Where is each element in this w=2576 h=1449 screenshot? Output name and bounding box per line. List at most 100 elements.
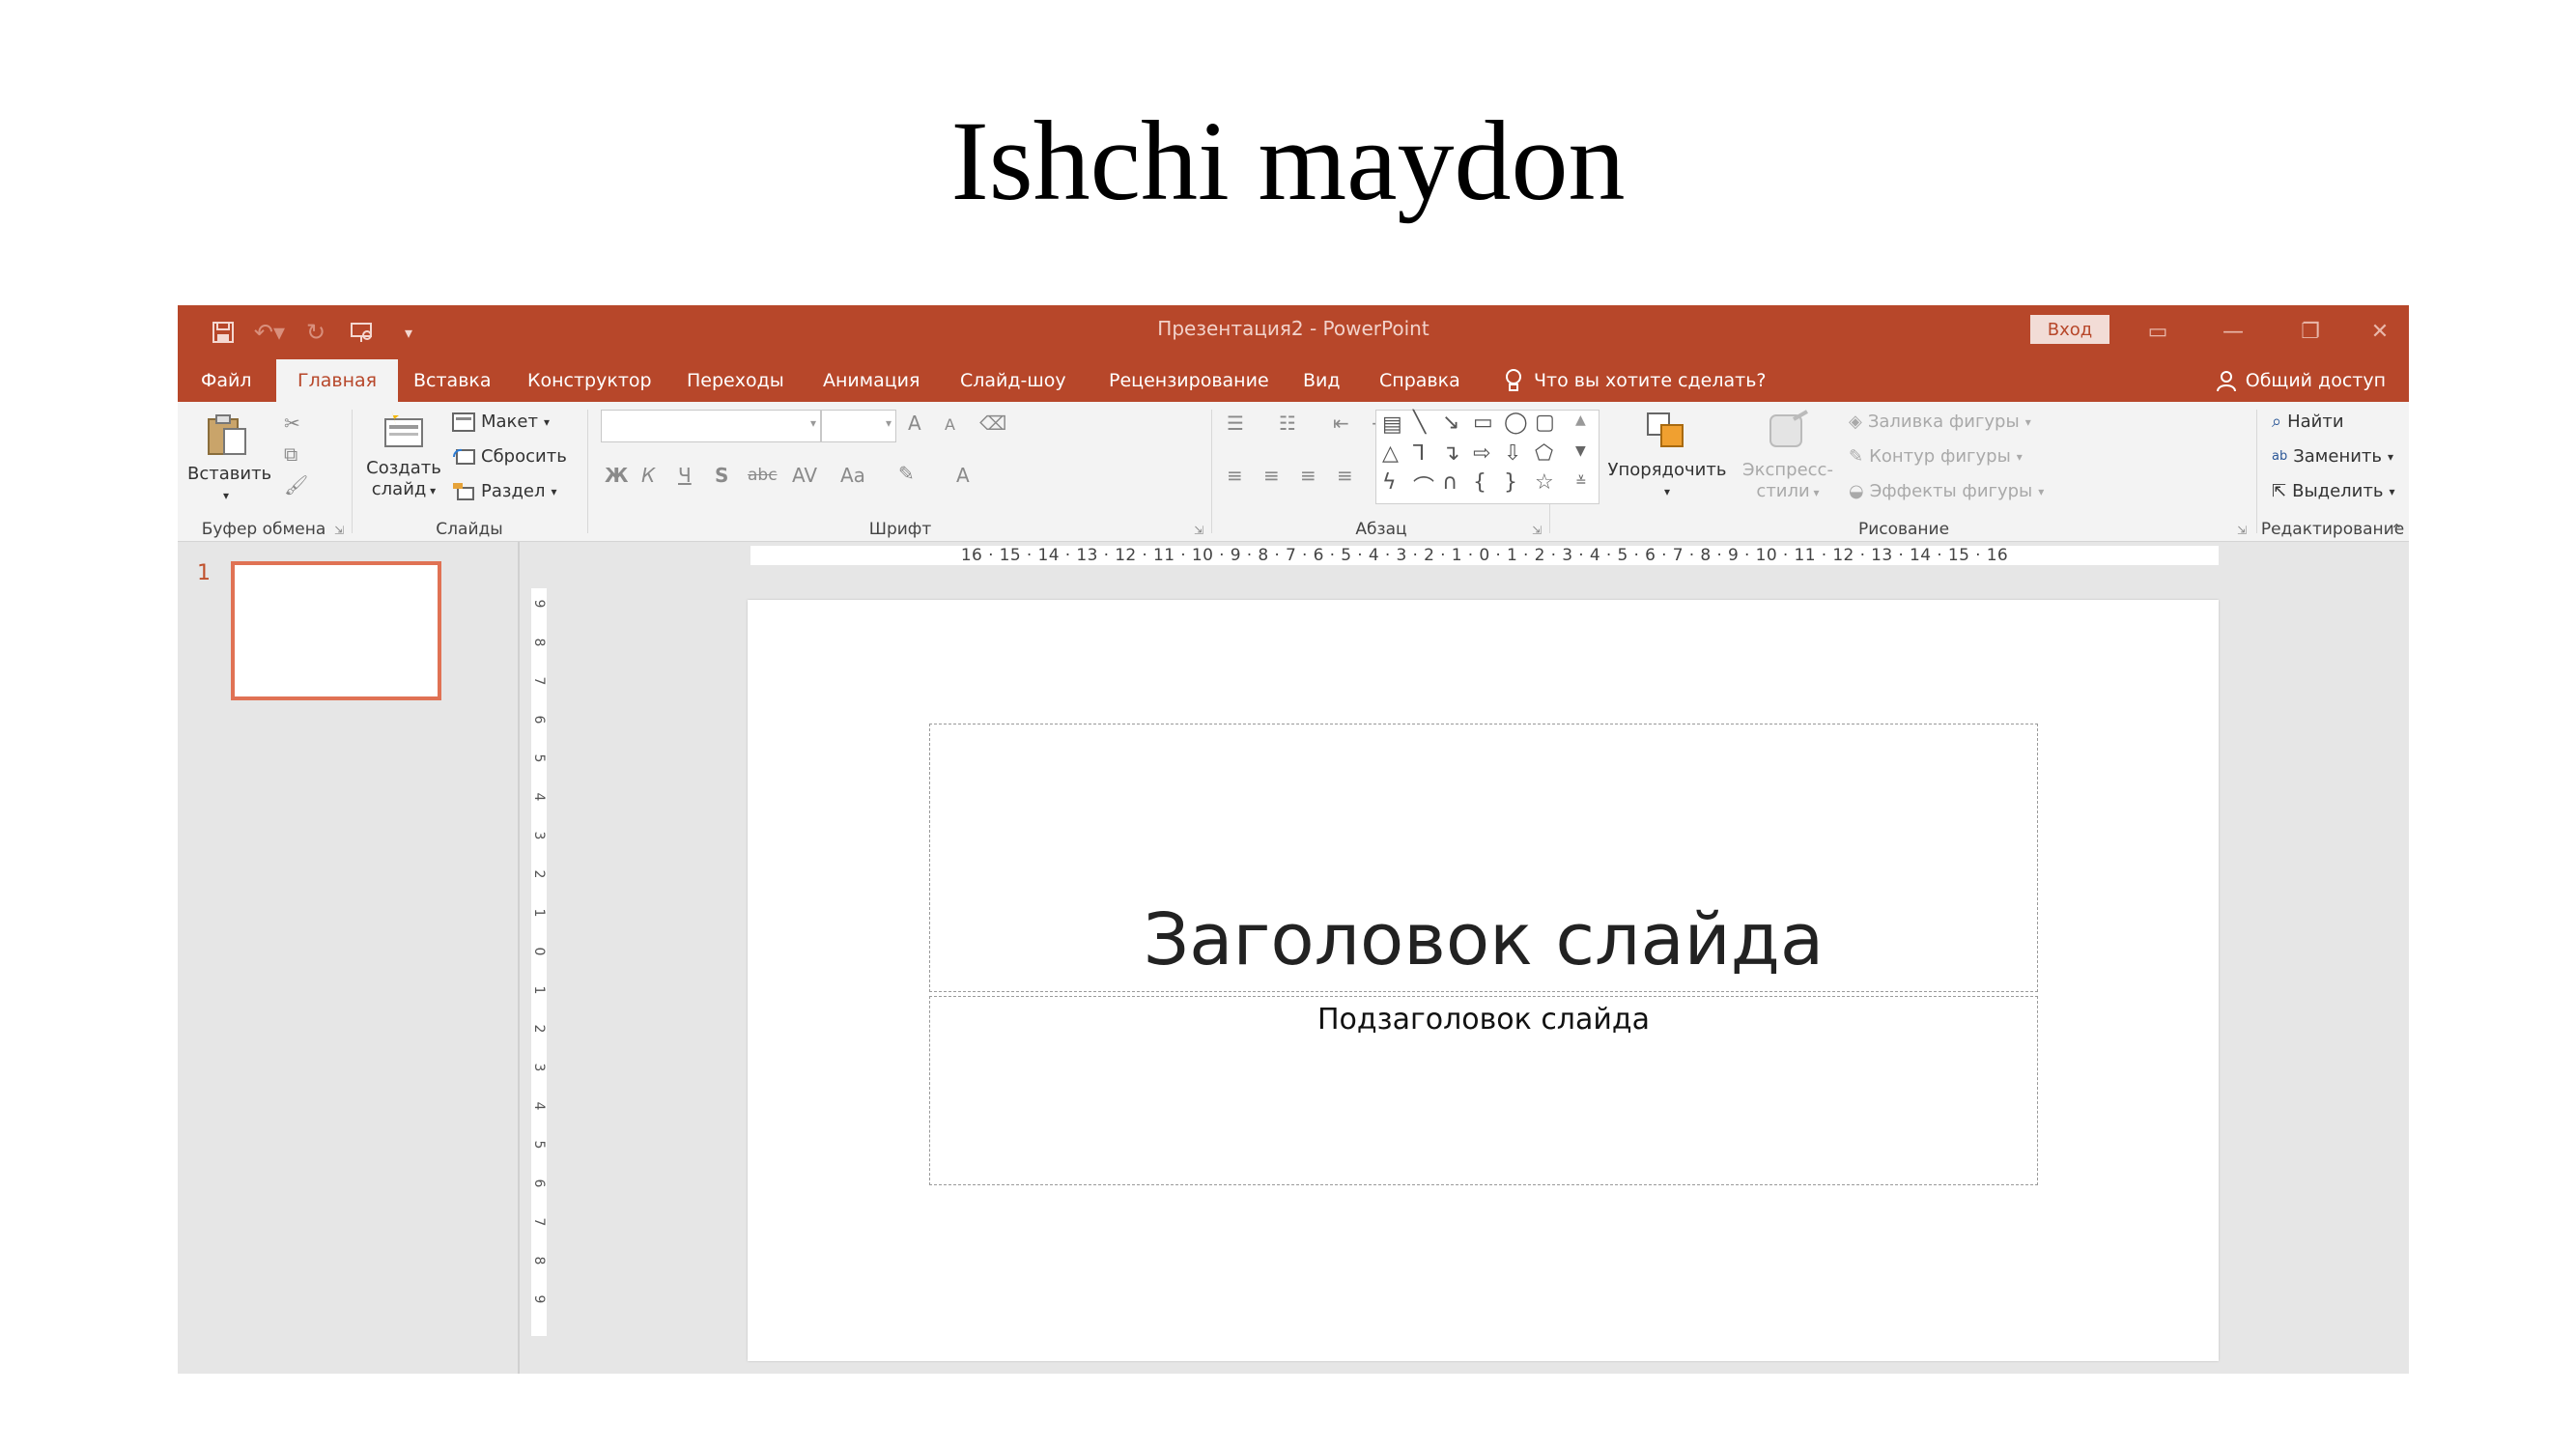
grow-font-icon[interactable]: A <box>908 412 921 435</box>
shape-outline-button[interactable]: ✎ Контур фигуры ▾ <box>1849 446 2023 467</box>
shape-fill-button[interactable]: ◈ Заливка фигуры ▾ <box>1849 412 2031 432</box>
justify-icon[interactable]: ≡ <box>1337 464 1353 487</box>
clear-formatting-icon[interactable]: ⌫ <box>979 412 1006 435</box>
align-left-icon[interactable]: ≡ <box>1227 464 1243 487</box>
arrange-label: Упорядочить <box>1607 460 1727 480</box>
rounded-rectangle-shape-icon[interactable]: ▢ <box>1535 411 1555 435</box>
arrow-line-shape-icon[interactable]: ↘ <box>1442 411 1459 435</box>
chevron-down-icon: ▾ <box>809 416 816 430</box>
replace-button[interactable]: ab Заменить ▾ <box>2272 446 2393 467</box>
arc-shape-icon[interactable]: ⌒ <box>1413 470 1434 501</box>
tab-view[interactable]: Вид <box>1303 359 1341 402</box>
maximize-icon[interactable]: ❐ <box>2281 313 2339 350</box>
character-spacing-button[interactable]: AV <box>792 464 817 487</box>
tab-transitions[interactable]: Переходы <box>687 359 784 402</box>
cut-icon[interactable]: ✂ <box>284 412 300 435</box>
freeform-shape-icon[interactable]: ϟ <box>1382 470 1397 495</box>
align-right-icon[interactable]: ≡ <box>1300 464 1316 487</box>
left-brace-shape-icon[interactable]: { <box>1473 470 1486 495</box>
ribbon: Вставить ▾ ✂ ⧉ 🖌 Буфер обмена ⇲ Создать … <box>178 402 2409 542</box>
close-icon[interactable]: ✕ <box>2351 313 2409 350</box>
reset-label: Сбросить <box>481 446 567 467</box>
format-painter-icon[interactable]: 🖌 <box>284 473 308 497</box>
chevron-down-icon: ▾ <box>2016 449 2023 464</box>
font-color-button[interactable]: A <box>956 464 970 487</box>
section-button[interactable]: Раздел ▾ <box>452 481 557 501</box>
shadow-button[interactable]: S <box>715 464 728 487</box>
bold-button[interactable]: Ж <box>605 464 628 487</box>
tab-home[interactable]: Главная <box>276 359 399 402</box>
select-button[interactable]: ⇱ Выделить ▾ <box>2272 481 2395 501</box>
dialog-launcher-icon[interactable]: ⇲ <box>1532 524 1542 537</box>
tab-slideshow[interactable]: Слайд-шоу <box>960 359 1066 402</box>
rectangle-shape-icon[interactable]: ▭ <box>1473 411 1493 435</box>
font-size-combo[interactable]: ▾ <box>821 410 896 442</box>
minimize-icon[interactable]: — <box>2204 313 2262 350</box>
elbow-arrow-shape-icon[interactable]: ↴ <box>1442 441 1459 466</box>
new-slide-button[interactable]: Создать слайд ▾ <box>363 408 444 501</box>
oval-shape-icon[interactable]: ◯ <box>1504 411 1528 435</box>
clipboard-icon <box>208 414 246 455</box>
ruler-tick: 4 <box>531 792 547 802</box>
vertical-ruler: 9 8 7 6 5 4 3 2 1 0 1 2 3 4 5 6 7 8 9 <box>531 588 547 1336</box>
group-separator <box>1211 410 1212 533</box>
shrink-font-icon[interactable]: A <box>945 415 955 434</box>
pencil-icon: ✎ <box>1849 446 1864 467</box>
dialog-launcher-icon[interactable]: ⇲ <box>1194 524 1203 537</box>
scroll-up-icon[interactable]: ▲ <box>1575 412 1586 428</box>
group-label-drawing: Рисование <box>1857 520 1950 539</box>
layout-icon <box>452 412 475 432</box>
reset-button[interactable]: Сбросить <box>452 446 567 467</box>
right-brace-shape-icon[interactable]: } <box>1504 470 1517 495</box>
signin-button[interactable]: Вход <box>2030 315 2109 344</box>
collapse-ribbon-icon[interactable]: ⌃ <box>2391 521 2403 539</box>
tab-insert[interactable]: Вставка <box>413 359 492 402</box>
curve-shape-icon[interactable]: ∩ <box>1442 470 1458 495</box>
numbering-icon[interactable]: ☷ <box>1279 412 1296 435</box>
font-family-combo[interactable]: ▾ <box>601 410 821 442</box>
decrease-indent-icon[interactable]: ⇤ <box>1333 412 1349 435</box>
change-case-button[interactable]: Aa <box>840 464 865 487</box>
right-arrow-shape-icon[interactable]: ⇨ <box>1473 441 1490 466</box>
line-shape-icon[interactable]: ╲ <box>1413 411 1426 435</box>
title-placeholder[interactable]: Заголовок слайда <box>929 724 2038 992</box>
align-center-icon[interactable]: ≡ <box>1263 464 1280 487</box>
arrange-button[interactable]: Упорядочить ▾ <box>1605 410 1729 502</box>
elbow-connector-shape-icon[interactable]: ⅂ <box>1413 441 1425 466</box>
strikethrough-button[interactable]: abc <box>748 466 778 485</box>
textbox-shape-icon[interactable]: ▤ <box>1382 412 1402 437</box>
copy-icon[interactable]: ⧉ <box>284 442 297 466</box>
pentagon-shape-icon[interactable]: ⬠ <box>1535 441 1553 466</box>
dialog-launcher-icon[interactable]: ⇲ <box>2237 524 2247 537</box>
more-shapes-icon[interactable]: ≚ <box>1575 474 1587 490</box>
underline-button[interactable]: Ч <box>678 464 692 487</box>
quick-styles-button[interactable]: Экспресс- стили ▾ <box>1735 410 1841 503</box>
shape-effects-button[interactable]: ◒ Эффекты фигуры ▾ <box>1849 481 2044 501</box>
italic-button[interactable]: К <box>641 464 655 487</box>
group-font: ▾ ▾ A A ⌫ Ж К Ч S abc AV Aa ✎ A Шрифт ⇲ <box>591 402 1209 541</box>
ruler-tick: 6 <box>531 715 547 724</box>
slide-thumbnail[interactable] <box>231 561 441 700</box>
down-arrow-shape-icon[interactable]: ⇩ <box>1504 441 1521 466</box>
slide-canvas[interactable]: Заголовок слайда Подзаголовок слайда <box>748 600 2219 1361</box>
subtitle-placeholder[interactable]: Подзаголовок слайда <box>929 996 2038 1185</box>
bullets-icon[interactable]: ☰ <box>1227 412 1244 435</box>
shapes-gallery[interactable]: ▤ ╲ ↘ ▭ ◯ ▢ △ ⅂ ↴ ⇨ ⇩ ⬠ ϟ ⌒ ∩ { } ☆ ▲ ▼ <box>1375 410 1599 504</box>
star-shape-icon[interactable]: ☆ <box>1535 470 1554 495</box>
tab-file[interactable]: Файл <box>201 359 252 402</box>
tab-review[interactable]: Рецензирование <box>1109 359 1269 402</box>
tab-animations[interactable]: Анимация <box>823 359 920 402</box>
dialog-launcher-icon[interactable]: ⇲ <box>334 524 344 537</box>
tell-me-box[interactable]: Что вы хотите сделать? <box>1503 359 1767 402</box>
share-button[interactable]: Общий доступ <box>2215 359 2386 402</box>
scroll-down-icon[interactable]: ▼ <box>1575 443 1586 459</box>
tab-help[interactable]: Справка <box>1379 359 1460 402</box>
ribbon-display-options-icon[interactable]: ▭ <box>2129 313 2187 350</box>
paste-button[interactable]: Вставить ▾ <box>187 412 271 506</box>
triangle-shape-icon[interactable]: △ <box>1382 441 1399 466</box>
tab-design[interactable]: Конструктор <box>527 359 652 402</box>
layout-button[interactable]: Макет ▾ <box>452 412 550 432</box>
find-button[interactable]: ⌕ Найти <box>2272 412 2344 432</box>
highlight-icon[interactable]: ✎ <box>898 462 915 485</box>
chevron-down-icon: ▾ <box>885 416 892 430</box>
